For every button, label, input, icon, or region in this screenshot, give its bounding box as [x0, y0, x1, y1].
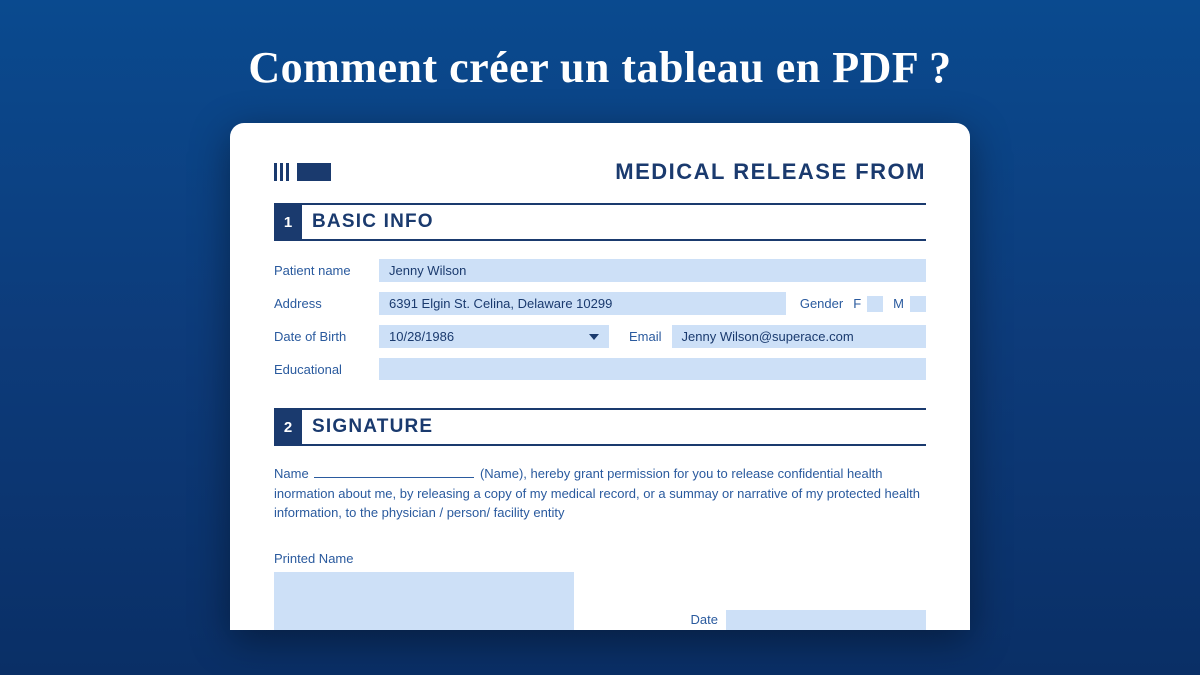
- dropdown-dob[interactable]: 10/28/1986: [379, 325, 609, 348]
- signature-name-line[interactable]: [314, 477, 474, 478]
- form-logo: [274, 163, 331, 181]
- label-patient-name: Patient name: [274, 263, 379, 278]
- section-number: 2: [274, 410, 302, 444]
- row-patient-name: Patient name Jenny Wilson: [274, 259, 926, 282]
- label-consent-name: Name: [274, 466, 309, 481]
- form-title: MEDICAL RELEASE FROM: [615, 159, 926, 185]
- section-basic-info-header: 1 BASIC INFO: [274, 203, 926, 241]
- pdf-form-document: MEDICAL RELEASE FROM 1 BASIC INFO Patien…: [230, 123, 970, 630]
- label-printed-name: Printed Name: [274, 551, 926, 566]
- row-dob: Date of Birth 10/28/1986 Email Jenny Wil…: [274, 325, 926, 348]
- chevron-down-icon: [589, 334, 599, 340]
- section-title: SIGNATURE: [302, 410, 443, 444]
- input-email[interactable]: Jenny Wilson@superace.com: [672, 325, 926, 348]
- input-printed-name[interactable]: [274, 572, 574, 630]
- label-date: Date: [691, 612, 718, 627]
- label-address: Address: [274, 296, 379, 311]
- input-educational[interactable]: [379, 358, 926, 380]
- dob-value: 10/28/1986: [389, 329, 454, 344]
- input-date[interactable]: [726, 610, 926, 630]
- label-gender: Gender: [800, 296, 843, 311]
- page-title: Comment créer un tableau en PDF ?: [0, 0, 1200, 93]
- consent-text: Name (Name), hereby grant permission for…: [274, 464, 926, 523]
- gender-option-m: M: [893, 296, 904, 311]
- row-signature: Date: [274, 572, 926, 630]
- label-dob: Date of Birth: [274, 329, 379, 344]
- input-address[interactable]: 6391 Elgin St. Celina, Delaware 10299: [379, 292, 786, 315]
- input-patient-name[interactable]: Jenny Wilson: [379, 259, 926, 282]
- checkbox-gender-f[interactable]: [867, 296, 883, 312]
- document-header: MEDICAL RELEASE FROM: [274, 159, 926, 185]
- section-signature-header: 2 SIGNATURE: [274, 408, 926, 446]
- consent-body: (Name), hereby grant permission for you …: [274, 466, 920, 520]
- checkbox-gender-m[interactable]: [910, 296, 926, 312]
- row-educational: Educational: [274, 358, 926, 380]
- label-email: Email: [629, 329, 662, 344]
- section-number: 1: [274, 205, 302, 239]
- section-title: BASIC INFO: [302, 205, 444, 239]
- gender-group: Gender F M: [800, 296, 926, 312]
- row-address: Address 6391 Elgin St. Celina, Delaware …: [274, 292, 926, 315]
- gender-option-f: F: [853, 296, 861, 311]
- label-educational: Educational: [274, 362, 379, 377]
